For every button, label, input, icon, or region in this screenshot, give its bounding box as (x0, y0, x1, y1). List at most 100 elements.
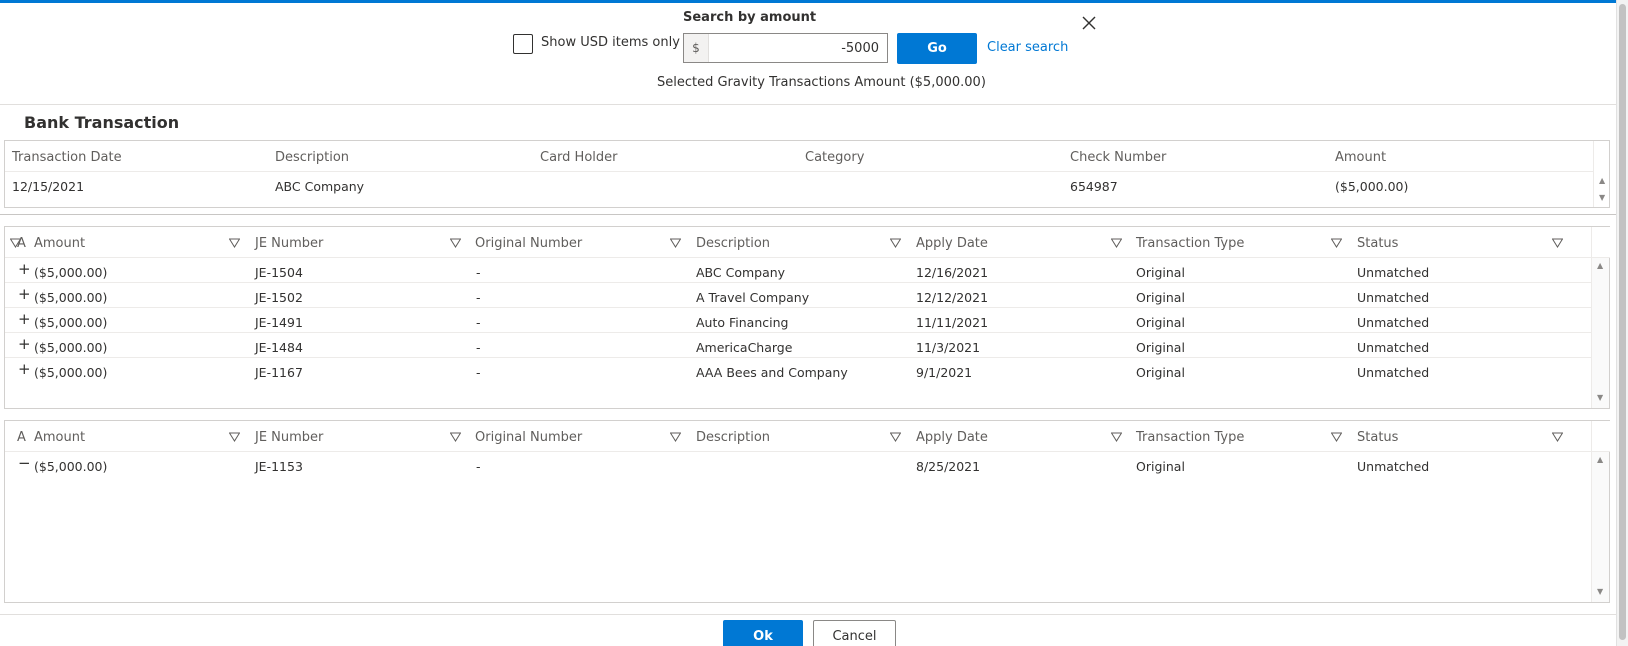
filter-icon[interactable] (450, 238, 461, 249)
footer-divider (0, 614, 1616, 615)
cell-status: Unmatched (1357, 290, 1430, 305)
filter-icon[interactable] (229, 238, 240, 249)
close-icon[interactable] (1080, 14, 1098, 32)
bank-transaction-grid: Transaction Date Description Card Holder… (4, 140, 1610, 208)
col-header-status[interactable]: Status (1357, 236, 1398, 251)
filter-icon[interactable] (1552, 238, 1563, 249)
filter-icon[interactable] (1111, 432, 1122, 443)
scroll-down-icon[interactable]: ▼ (1597, 587, 1603, 596)
cell-amount: ($5,000.00) (34, 365, 108, 380)
cell-je-number: JE-1491 (255, 315, 303, 330)
expand-icon[interactable]: + (18, 311, 31, 327)
expand-icon[interactable]: + (18, 286, 31, 302)
usd-only-checkbox[interactable] (513, 34, 533, 54)
expand-icon[interactable]: + (18, 261, 31, 277)
filter-icon[interactable] (1552, 432, 1563, 443)
cell-original-number: - (476, 265, 481, 280)
filter-icon[interactable] (1331, 432, 1342, 443)
col-header-description[interactable]: Description (275, 150, 349, 165)
col-header-description[interactable]: Description (696, 236, 770, 251)
cell-description: Auto Financing (696, 315, 789, 330)
scrollbar-header-cap (1592, 421, 1610, 452)
ok-button[interactable]: Ok (723, 620, 803, 646)
cell-original-number: - (476, 315, 481, 330)
col-header-original-number[interactable]: Original Number (475, 236, 582, 251)
cell-amount: ($5,000.00) (34, 315, 108, 330)
expand-icon[interactable]: + (18, 336, 31, 352)
filter-icon[interactable] (1331, 238, 1342, 249)
table-row[interactable]: + ($5,000.00) JE-1167 - AAA Bees and Com… (5, 358, 1591, 383)
cell-amount: ($5,000.00) (1335, 179, 1409, 194)
filter-icon[interactable] (890, 432, 901, 443)
unmatched-je-body: + ($5,000.00) JE-1504 - ABC Company 12/1… (5, 258, 1591, 383)
col-header-transaction-date[interactable]: Transaction Date (12, 150, 122, 165)
col-header-card-holder[interactable]: Card Holder (540, 150, 617, 165)
table-row[interactable]: + ($5,000.00) JE-1491 - Auto Financing 1… (5, 308, 1591, 333)
cell-status: Unmatched (1357, 365, 1430, 380)
bank-transaction-title: Bank Transaction (24, 113, 180, 132)
amount-input[interactable] (709, 34, 887, 62)
col-header-description[interactable]: Description (696, 430, 770, 445)
cell-status: Unmatched (1357, 315, 1430, 330)
top-accent-bar (0, 0, 1616, 3)
usd-only-label[interactable]: Show USD items only (541, 35, 680, 50)
col-header-apply-date[interactable]: Apply Date (916, 236, 988, 251)
scroll-down-icon[interactable]: ▼ (1599, 193, 1605, 202)
col-header-select-all[interactable]: A (17, 236, 26, 251)
je-grid-header: A Amount JE Number Original Number Descr… (5, 227, 1591, 258)
col-header-amount[interactable]: Amount (34, 430, 85, 445)
go-button[interactable]: Go (897, 33, 977, 64)
amount-search-field[interactable]: $ (683, 33, 888, 63)
unmatched-grid-scrollbar[interactable]: ▲ ▼ (1591, 227, 1610, 408)
col-header-amount[interactable]: Amount (1335, 150, 1386, 165)
page-scrollbar[interactable] (1616, 0, 1628, 646)
cell-amount: ($5,000.00) (34, 265, 108, 280)
cell-je-number: JE-1502 (255, 290, 303, 305)
cell-apply-date: 11/3/2021 (916, 340, 981, 355)
col-header-check-number[interactable]: Check Number (1070, 150, 1166, 165)
col-header-je-number[interactable]: JE Number (255, 430, 323, 445)
collapse-icon[interactable]: − (18, 455, 31, 471)
cell-transaction-type: Original (1136, 290, 1185, 305)
col-header-status[interactable]: Status (1357, 430, 1398, 445)
filter-icon[interactable] (890, 238, 901, 249)
scroll-down-icon[interactable]: ▼ (1597, 393, 1603, 402)
section-divider (0, 214, 1616, 215)
cell-amount: ($5,000.00) (34, 340, 108, 355)
scroll-up-icon[interactable]: ▲ (1597, 455, 1603, 464)
cell-transaction-type: Original (1136, 265, 1185, 280)
table-row[interactable]: + ($5,000.00) JE-1484 - AmericaCharge 11… (5, 333, 1591, 358)
cancel-button[interactable]: Cancel (813, 620, 896, 646)
scrollbar-header-cap (1592, 227, 1610, 258)
filter-icon[interactable] (670, 432, 681, 443)
scroll-up-icon[interactable]: ▲ (1597, 261, 1603, 270)
col-header-original-number[interactable]: Original Number (475, 430, 582, 445)
col-header-amount[interactable]: Amount (34, 236, 85, 251)
clear-search-link[interactable]: Clear search (987, 40, 1068, 55)
cell-transaction-date: 12/15/2021 (12, 179, 85, 194)
bank-grid-scrollbar[interactable]: ▲ ▼ (1593, 141, 1609, 207)
table-row[interactable]: − ($5,000.00) JE-1153 - 8/25/2021 Origin… (5, 452, 1591, 477)
filter-icon[interactable] (450, 432, 461, 443)
header-divider (0, 104, 1616, 105)
cell-apply-date: 8/25/2021 (916, 459, 981, 474)
col-header-je-number[interactable]: JE Number (255, 236, 323, 251)
col-header-transaction-type[interactable]: Transaction Type (1136, 236, 1244, 251)
expand-icon[interactable]: + (18, 361, 31, 377)
cell-description: AAA Bees and Company (696, 365, 848, 380)
selected-grid-scrollbar[interactable]: ▲ ▼ (1591, 421, 1610, 602)
col-header-select-all[interactable]: A (17, 430, 26, 445)
filter-icon[interactable] (670, 238, 681, 249)
scroll-up-icon[interactable]: ▲ (1599, 176, 1605, 185)
col-header-category[interactable]: Category (805, 150, 864, 165)
filter-icon[interactable] (229, 432, 240, 443)
table-row[interactable]: 12/15/2021 ABC Company 654987 ($5,000.00… (5, 172, 1593, 202)
table-row[interactable]: + ($5,000.00) JE-1504 - ABC Company 12/1… (5, 258, 1591, 283)
col-header-apply-date[interactable]: Apply Date (916, 430, 988, 445)
filter-icon[interactable] (1111, 238, 1122, 249)
table-row[interactable]: + ($5,000.00) JE-1502 - A Travel Company… (5, 283, 1591, 308)
page-scrollbar-thumb[interactable] (1619, 4, 1626, 640)
cell-amount: ($5,000.00) (34, 459, 108, 474)
col-header-transaction-type[interactable]: Transaction Type (1136, 430, 1244, 445)
cell-description: A Travel Company (696, 290, 810, 305)
